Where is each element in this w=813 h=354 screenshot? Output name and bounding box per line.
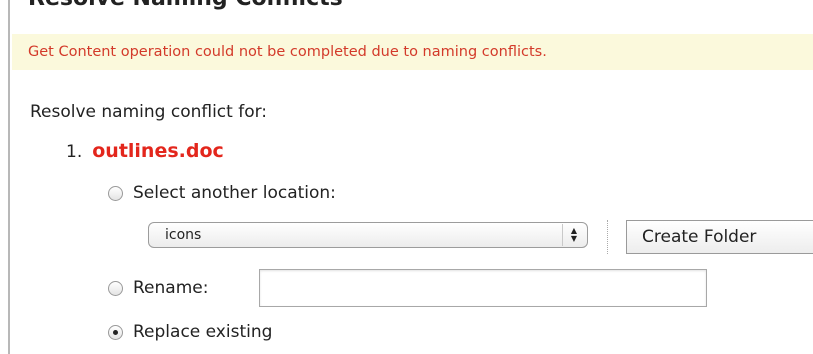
rename-option[interactable]: Rename:	[108, 278, 208, 298]
conflict-item-number: 1.	[66, 142, 83, 162]
location-select[interactable]: icons ▲ ▼	[148, 222, 588, 248]
rename-radio[interactable]	[108, 280, 123, 296]
location-select-value: icons	[165, 227, 202, 243]
dialog-left-border	[8, 0, 10, 354]
error-notice: Get Content operation could not be compl…	[12, 34, 813, 70]
rename-label: Rename:	[133, 278, 209, 298]
conflict-filename: outlines.doc	[92, 140, 224, 162]
conflict-item: 1. outlines.doc	[66, 140, 224, 162]
select-location-radio[interactable]	[108, 185, 123, 201]
select-stepper-icon: ▲ ▼	[562, 224, 585, 246]
replace-existing-radio[interactable]	[108, 324, 123, 340]
rename-input[interactable]	[259, 269, 707, 307]
select-location-option[interactable]: Select another location:	[108, 183, 336, 203]
select-location-label: Select another location:	[133, 183, 336, 203]
create-folder-button[interactable]: Create Folder	[626, 220, 813, 254]
conflict-heading: Resolve naming conflict for:	[30, 102, 268, 122]
replace-existing-option[interactable]: Replace existing	[108, 322, 272, 342]
toolbar-separator	[607, 220, 608, 254]
error-notice-text: Get Content operation could not be compl…	[28, 44, 547, 60]
replace-existing-label: Replace existing	[133, 322, 273, 342]
dialog-title: Resolve Naming Conflicts	[28, 0, 343, 11]
